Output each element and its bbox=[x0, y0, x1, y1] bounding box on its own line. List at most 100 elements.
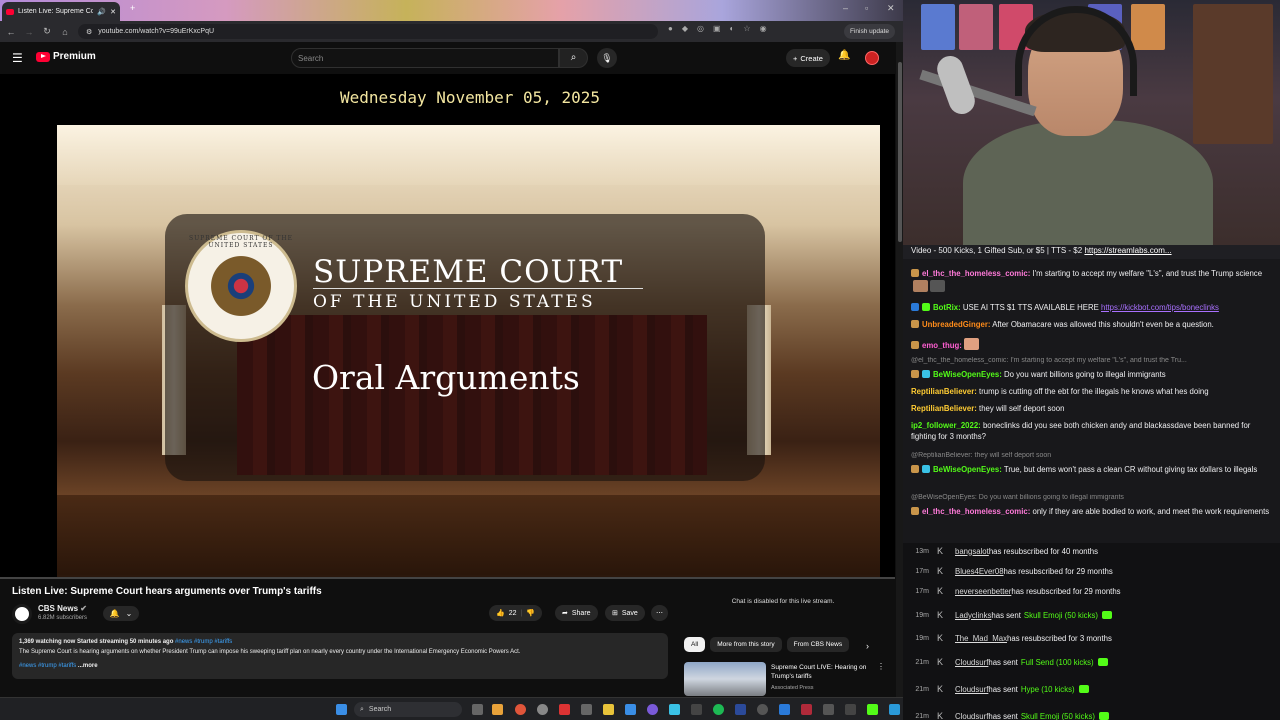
account-avatar[interactable] bbox=[865, 51, 879, 65]
browser-tab[interactable]: Listen Live: Supreme Court 🔊 ✕ bbox=[2, 2, 120, 21]
create-button[interactable]: + Create bbox=[786, 49, 830, 67]
tab-close-icon[interactable]: ✕ bbox=[110, 8, 116, 16]
recommended-video-title[interactable]: Supreme Court LIVE: Hearing on Trump's t… bbox=[771, 663, 875, 681]
task-view-icon[interactable] bbox=[472, 704, 483, 715]
file-explorer-icon[interactable] bbox=[603, 704, 614, 715]
start-icon[interactable] bbox=[336, 704, 347, 715]
search-input[interactable]: Search bbox=[291, 48, 559, 68]
reply-context[interactable]: @BeWiseOpenEyes: Do you want billions go… bbox=[911, 494, 1273, 501]
app-icon[interactable] bbox=[559, 704, 570, 715]
profile-icon[interactable]: ◉ bbox=[760, 24, 767, 33]
extension-icon[interactable]: ◎ bbox=[697, 24, 704, 33]
reply-context[interactable]: @ReptilianBeliever: they will self depor… bbox=[911, 452, 1273, 459]
description-box[interactable]: 1,369 watching now Started streaming 50 … bbox=[12, 633, 668, 679]
chat-username[interactable]: BeWiseOpenEyes: bbox=[933, 465, 1002, 474]
back-icon[interactable]: ← bbox=[2, 27, 20, 37]
banner-link[interactable]: https://streamlabs.com... bbox=[1084, 246, 1171, 255]
app-icon[interactable] bbox=[581, 704, 592, 715]
chrome-icon[interactable] bbox=[515, 704, 526, 715]
home-icon[interactable]: ⌂ bbox=[56, 27, 74, 37]
chip-from-cbs-news[interactable]: From CBS News bbox=[786, 637, 850, 652]
extension-icon[interactable]: ◐ bbox=[730, 24, 735, 33]
event-user[interactable]: Cloudsurf bbox=[955, 658, 988, 667]
share-icon: ➦ bbox=[562, 610, 568, 617]
recommended-video-thumbnail[interactable] bbox=[684, 662, 766, 696]
chat-username[interactable]: BeWiseOpenEyes: bbox=[933, 370, 1002, 379]
extension-icon[interactable]: ◆ bbox=[682, 24, 688, 33]
video-progress-bar[interactable] bbox=[0, 577, 895, 579]
app-icon[interactable] bbox=[492, 704, 503, 715]
app-icon[interactable] bbox=[823, 704, 834, 715]
thumbs-down-icon[interactable]: 👎 bbox=[526, 609, 535, 617]
event-user[interactable]: bangsalot bbox=[955, 547, 989, 556]
wall-poster bbox=[921, 4, 955, 50]
extension-icon[interactable]: ▣ bbox=[713, 24, 721, 33]
extension-icon[interactable]: ● bbox=[668, 24, 673, 33]
save-button[interactable]: ⊞ Save bbox=[605, 605, 645, 621]
app-icon[interactable] bbox=[757, 704, 768, 715]
chat-username[interactable]: el_thc_the_homeless_comic: bbox=[922, 269, 1030, 278]
event-user[interactable]: Cloudsurf bbox=[955, 685, 988, 694]
chat-username[interactable]: emo_thug: bbox=[922, 341, 962, 350]
new-tab-icon[interactable]: + bbox=[130, 3, 135, 13]
share-button[interactable]: ➦ Share bbox=[555, 605, 598, 621]
chip-all[interactable]: All bbox=[684, 637, 706, 652]
spotify-icon[interactable] bbox=[713, 704, 724, 715]
recommended-more-icon[interactable]: ⋮ bbox=[877, 662, 885, 671]
youtube-logo[interactable]: Premium bbox=[36, 51, 96, 62]
chat-message: ReptilianBeliever: they will self deport… bbox=[911, 404, 1273, 415]
app-icon[interactable] bbox=[669, 704, 680, 715]
app-icon[interactable] bbox=[845, 704, 856, 715]
reply-context[interactable]: @el_thc_the_homeless_comic: I'm starting… bbox=[911, 357, 1273, 364]
more-actions-button[interactable]: ⋯ bbox=[651, 605, 668, 621]
chat-username[interactable]: UnbreadedGinger: bbox=[922, 320, 990, 329]
app-icon[interactable] bbox=[889, 704, 900, 715]
app-icon[interactable] bbox=[537, 704, 548, 715]
app-icon[interactable] bbox=[691, 704, 702, 715]
event-user[interactable]: The_Mad_Max bbox=[955, 634, 1007, 643]
event-user[interactable]: Blues4Ever08 bbox=[955, 567, 1004, 576]
scrollbar-thumb[interactable] bbox=[898, 62, 902, 242]
chat-username[interactable]: ReptilianBeliever: bbox=[911, 387, 977, 396]
voice-search-button[interactable]: 🎙 bbox=[597, 48, 617, 68]
chat-username[interactable]: ReptilianBeliever: bbox=[911, 404, 977, 413]
recommended-video-channel[interactable]: Associated Press bbox=[771, 685, 814, 691]
window-close-icon[interactable]: ✕ bbox=[887, 3, 895, 14]
show-more-link[interactable]: ...more bbox=[78, 663, 98, 669]
channel-name[interactable]: CBS News ✔ bbox=[38, 604, 87, 613]
app-icon[interactable] bbox=[647, 704, 658, 715]
finish-update-button[interactable]: Finish update bbox=[844, 24, 896, 39]
channel-avatar[interactable] bbox=[12, 604, 32, 624]
reload-icon[interactable]: ↻ bbox=[38, 26, 56, 37]
video-player[interactable]: Wednesday November 05, 2025 SUPREME COUR… bbox=[0, 74, 895, 579]
address-bar[interactable]: ⚙ youtube.com/watch?v=99uErKxcPqU bbox=[78, 24, 658, 39]
forward-icon[interactable]: → bbox=[20, 27, 38, 37]
event-user[interactable]: Ladyclinks bbox=[955, 611, 991, 620]
chat-link[interactable]: https://kickbot.com/tips/boneclinks bbox=[1101, 303, 1219, 312]
bookmark-icon[interactable]: ☆ bbox=[743, 24, 750, 33]
hashtags[interactable]: #news #trump #tariffs bbox=[175, 639, 232, 645]
chip-more-from-story[interactable]: More from this story bbox=[710, 637, 782, 652]
notifications-icon[interactable]: 🔔 bbox=[838, 50, 850, 61]
chat-username[interactable]: ip2_follower_2022: bbox=[911, 421, 981, 430]
menu-icon[interactable]: ☰ bbox=[12, 51, 23, 65]
audio-icon[interactable]: 🔊 bbox=[97, 8, 106, 16]
chat-username[interactable]: el_thc_the_homeless_comic: bbox=[922, 507, 1030, 516]
chevron-right-icon[interactable]: › bbox=[866, 641, 869, 651]
kick-icon[interactable] bbox=[867, 704, 878, 715]
app-icon[interactable] bbox=[735, 704, 746, 715]
search-button[interactable]: ⌕ bbox=[559, 48, 588, 68]
app-icon[interactable] bbox=[625, 704, 636, 715]
event-user[interactable]: Cloudsurf bbox=[955, 712, 988, 720]
taskbar-search[interactable]: ⌕ Search bbox=[354, 702, 462, 717]
subscribed-button[interactable]: 🔔 ⌄ bbox=[103, 606, 139, 621]
maximize-icon[interactable]: ▫ bbox=[865, 3, 868, 13]
site-info-icon[interactable]: ⚙ bbox=[86, 28, 92, 36]
minimize-icon[interactable]: – bbox=[843, 3, 848, 13]
app-icon[interactable] bbox=[779, 704, 790, 715]
description-hashtags[interactable]: #news #trump #tariffs bbox=[19, 663, 76, 669]
chat-username[interactable]: BotRix: bbox=[933, 303, 961, 312]
event-user[interactable]: neverseenbetter bbox=[955, 587, 1011, 596]
app-icon[interactable] bbox=[801, 704, 812, 715]
like-button[interactable]: 👍 22 | 👎 bbox=[489, 605, 543, 621]
